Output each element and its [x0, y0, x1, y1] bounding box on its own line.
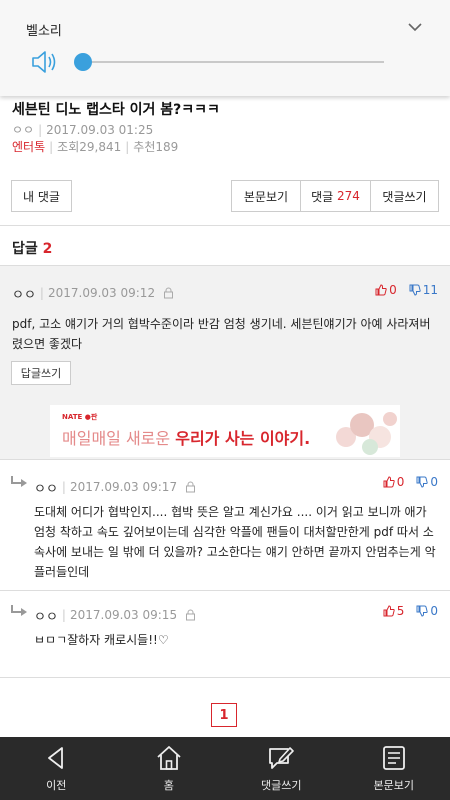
lock-icon[interactable]	[185, 609, 196, 621]
comment-date: 2017.09.03 09:12	[47, 286, 156, 300]
separator: |	[49, 140, 54, 154]
article-date: 2017.09.03 01:25	[46, 123, 154, 137]
page-number-current[interactable]: 1	[211, 703, 237, 727]
comment-toolbar: 본문보기 댓글 274 댓글쓰기	[231, 180, 439, 212]
separator: |	[39, 286, 44, 300]
comment-item: ㅇㅇ | 2017.09.03 09:12 0 11 pdf, 고소 얘기가 거…	[0, 266, 450, 403]
thumbs-down-icon	[416, 605, 429, 617]
nav-view-body-label: 본문보기	[373, 779, 414, 792]
thumbs-up-icon	[383, 605, 395, 617]
upvote-count: 0	[389, 283, 397, 297]
comment-nick: ㅇㅇ	[12, 287, 36, 303]
separator: |	[61, 480, 66, 494]
thumbs-down-icon	[416, 476, 429, 488]
view-body-button[interactable]: 본문보기	[232, 181, 301, 211]
nav-back[interactable]: 이전	[0, 737, 113, 800]
nav-home[interactable]: 홈	[113, 737, 226, 800]
write-comment-button[interactable]: 댓글쓰기	[371, 181, 438, 211]
comment-header: ㅇㅇ | 2017.09.03 09:17	[34, 477, 196, 497]
downvote-button[interactable]: 0	[416, 604, 438, 618]
write-comment-icon	[269, 747, 295, 769]
document-icon	[382, 746, 405, 770]
upvote-button[interactable]: 0	[383, 475, 405, 489]
comment-item: ㅇㅇ | 2017.09.03 09:17 0 0 도대체 어디가 협박인지..…	[0, 460, 450, 590]
comment-nick: ㅇㅇ	[34, 609, 58, 625]
ad-decoration	[336, 412, 397, 455]
separator: |	[125, 140, 130, 154]
nav-home-label: 홈	[163, 779, 174, 792]
article-meta: ㅇㅇ | 2017.09.03 01:25	[12, 121, 153, 138]
divider	[0, 225, 450, 226]
nav-view-body[interactable]: 본문보기	[338, 737, 450, 800]
page: 벨소리 세븐틴 디노 랩스타 이거 봄?ㅋㅋㅋ ㅇㅇ | 2017.09.03 01…	[0, 0, 450, 800]
upvote-count: 0	[396, 475, 405, 489]
comment-header: ㅇㅇ | 2017.09.03 09:15	[34, 605, 196, 625]
reply-arrow-icon	[11, 605, 27, 616]
ad-text: 매일매일 새로운 우리가 사는 이야기.	[62, 425, 310, 449]
volume-title: 벨소리	[26, 24, 62, 39]
volume-panel: 벨소리	[0, 0, 450, 96]
nav-write-comment-label: 댓글쓰기	[261, 779, 302, 792]
upvote-button[interactable]: 0	[375, 283, 397, 297]
comment-body: ㅂㅁㄱ잘하자 캐로시들!!♡	[34, 633, 169, 647]
upvote-count: 5	[396, 604, 405, 618]
reply-arrow-icon	[11, 476, 27, 487]
thumbs-up-icon	[383, 476, 395, 488]
article-author: ㅇㅇ	[12, 123, 35, 137]
comments-count: 274	[337, 189, 360, 203]
bottom-nav: 이전 홈 댓글쓰기 본문보기	[0, 737, 450, 800]
comment-body: 도대체 어디가 협박인지.... 협박 뜻은 알고 계신가요 .... 이거 읽…	[34, 505, 436, 579]
replies-label: 답글	[12, 241, 38, 257]
ad-text-plain: 매일매일 새로운	[62, 429, 176, 448]
comment-date: 2017.09.03 09:17	[69, 480, 178, 494]
comment-header: ㅇㅇ | 2017.09.03 09:12	[12, 283, 174, 303]
speaker-icon[interactable]	[30, 49, 58, 75]
article-title: 세븐틴 디노 랩스타 이거 봄?ㅋㅋㅋ	[12, 102, 220, 118]
reply-write-button[interactable]: 답글쓰기	[11, 361, 71, 385]
article-category[interactable]: 엔터톡	[12, 140, 45, 154]
downvote-count: 0	[430, 475, 438, 489]
ad-banner[interactable]: NATE ●판 매일매일 새로운 우리가 사는 이야기.	[50, 405, 400, 457]
downvote-button[interactable]: 0	[416, 475, 438, 489]
my-comments-button[interactable]: 내 댓글	[11, 180, 72, 212]
volume-slider-track[interactable]	[84, 61, 384, 63]
chevron-down-icon[interactable]	[406, 18, 424, 36]
separator: |	[61, 608, 66, 622]
ad-text-bold: 우리가 사는 이야기.	[175, 429, 311, 448]
article-views: 조회29,841	[57, 140, 122, 154]
volume-slider-thumb[interactable]	[74, 53, 92, 71]
downvote-button[interactable]: 11	[409, 283, 438, 297]
home-icon	[157, 746, 181, 770]
comments-count-button[interactable]: 댓글 274	[301, 181, 371, 211]
downvote-count: 0	[430, 604, 438, 618]
article-recommends: 추천189	[133, 140, 179, 154]
comment-body: pdf, 고소 얘기가 거의 협박수준이라 반감 엄청 생기네. 세븐틴얘기가 …	[12, 317, 431, 351]
comment-nick: ㅇㅇ	[34, 481, 58, 497]
downvote-count: 11	[422, 283, 438, 297]
comment-votes: 0 0	[383, 472, 438, 492]
thumbs-down-icon	[409, 284, 421, 296]
lock-icon[interactable]	[163, 287, 174, 299]
comment-votes: 0 11	[375, 280, 438, 300]
lock-icon[interactable]	[185, 481, 196, 493]
replies-count: 2	[42, 241, 53, 257]
comment-date: 2017.09.03 09:15	[69, 608, 178, 622]
replies-heading: 답글 2	[12, 238, 52, 258]
separator: |	[38, 123, 43, 137]
nav-write-comment[interactable]: 댓글쓰기	[225, 737, 338, 800]
article-stats: 엔터톡 | 조회29,841 | 추천189	[12, 138, 178, 155]
comments-label: 댓글	[311, 189, 334, 204]
upvote-button[interactable]: 5	[383, 604, 405, 618]
comment-votes: 5 0	[383, 601, 438, 621]
divider	[0, 677, 450, 678]
nav-back-label: 이전	[46, 779, 67, 792]
ad-brand: NATE ●판	[62, 413, 98, 421]
comment-item: ㅇㅇ | 2017.09.03 09:15 5 0 ㅂㅁㄱ잘하자 캐로시들!!♡	[0, 591, 450, 677]
back-icon	[48, 747, 64, 769]
thumbs-up-icon	[375, 284, 387, 296]
